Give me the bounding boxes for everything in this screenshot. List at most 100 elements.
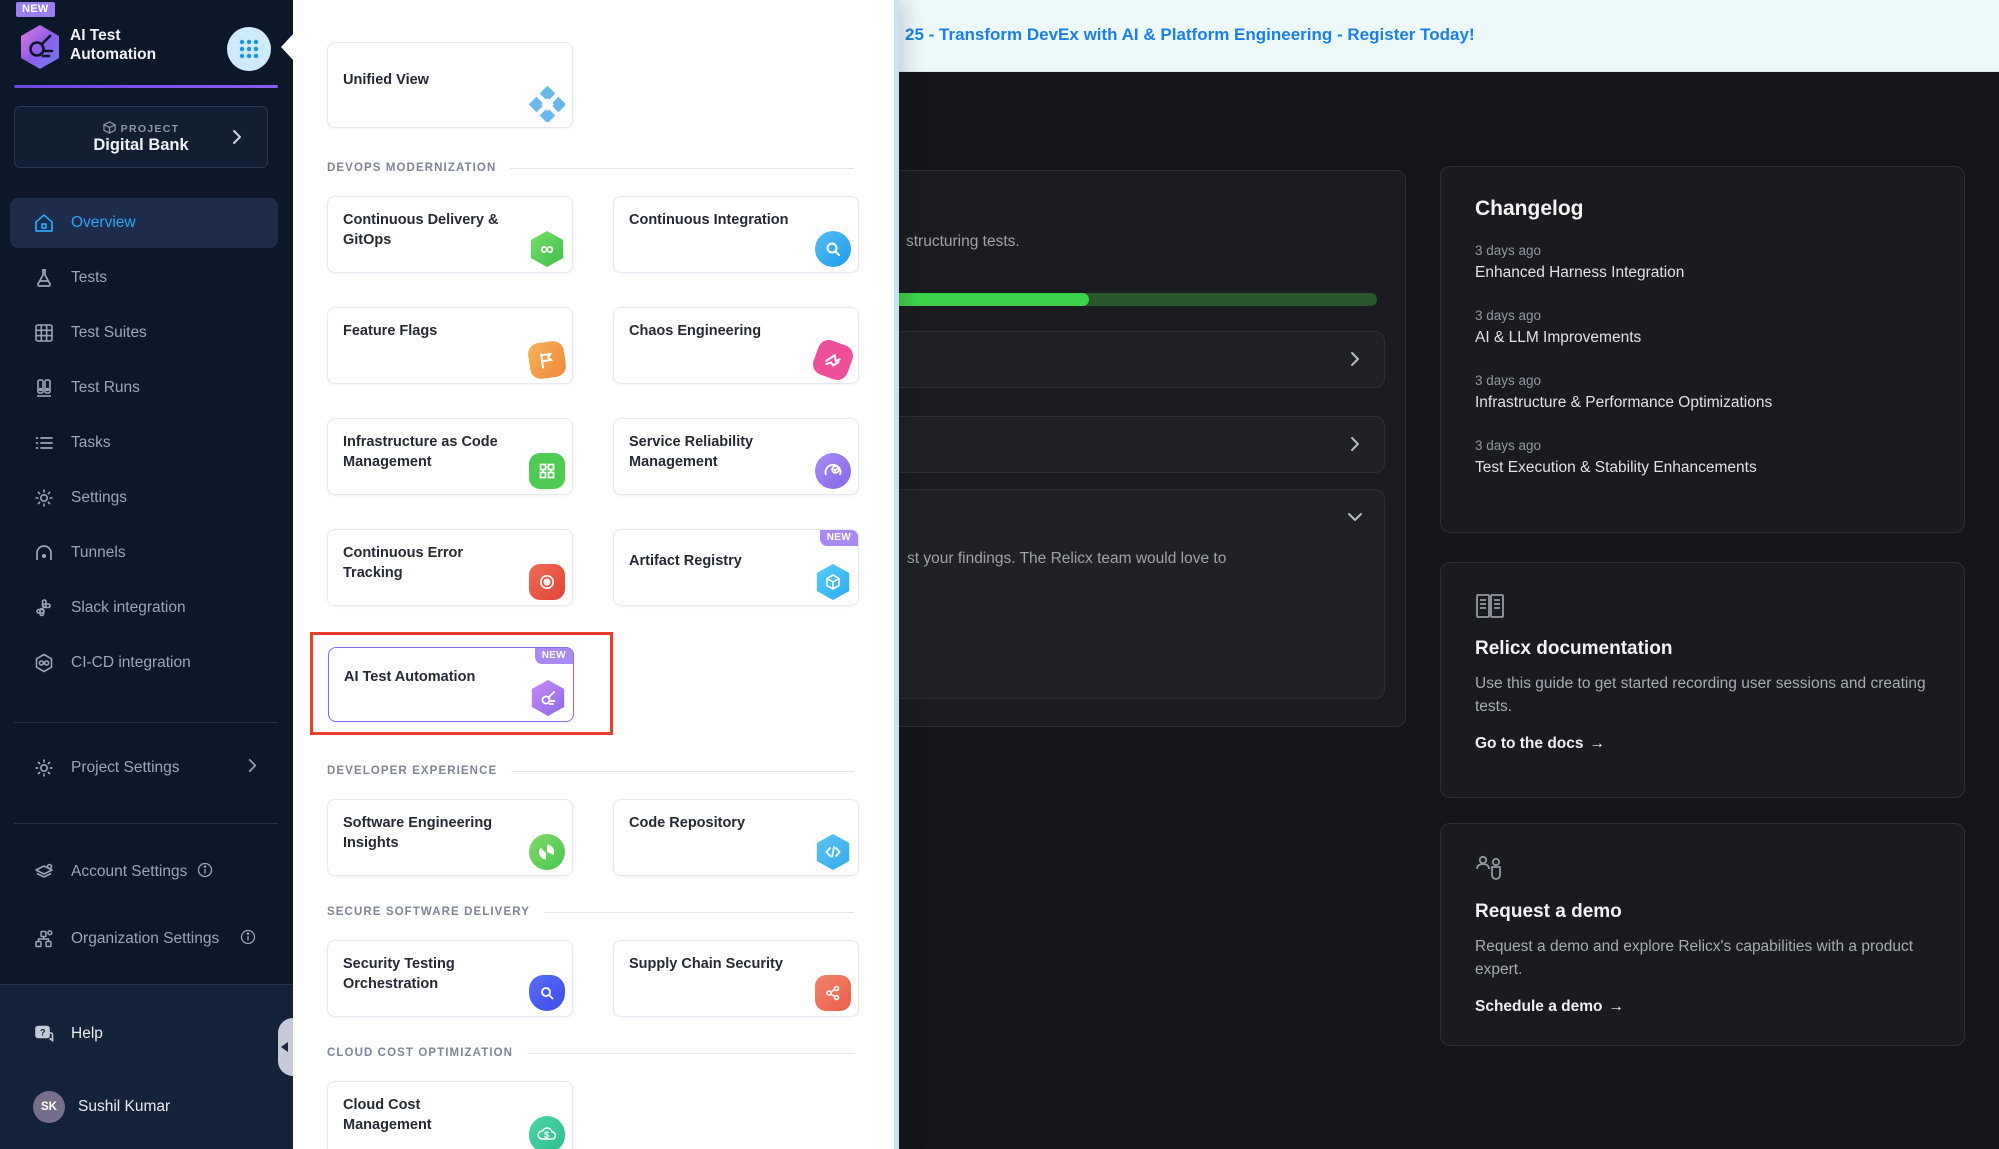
- tunnel-icon: [33, 542, 55, 564]
- sidebar-nav: Overview Tests Test Suites Test Runs Tas…: [10, 198, 278, 693]
- sidebar-item-label: Test Suites: [71, 324, 147, 342]
- divider: [14, 722, 278, 723]
- code-repository-icon: [815, 834, 851, 870]
- slack-icon: [33, 597, 55, 619]
- section-developer-experience: DEVELOPER EXPERIENCE: [327, 765, 854, 777]
- feedback-text-fragment: st your findings. The Relicx team would …: [907, 550, 1226, 568]
- app-switcher-button[interactable]: [227, 27, 271, 71]
- module-card-security-testing-orchestration[interactable]: Security Testing Orchestration: [327, 940, 573, 1017]
- module-card-continuous-delivery[interactable]: Continuous Delivery & GitOps ∞: [327, 196, 573, 273]
- sidebar-item-account-settings[interactable]: Account Settings: [10, 847, 278, 897]
- software-engineering-insights-icon: [529, 834, 565, 870]
- module-picker-flyout: Unified View DEVOPS MODERNIZATION Contin…: [293, 0, 899, 1149]
- changelog-entry-title: Enhanced Harness Integration: [1475, 264, 1930, 282]
- module-label: Artifact Registry: [629, 551, 797, 571]
- sidebar-item-label: Tests: [71, 269, 107, 287]
- sidebar: NEW AI Test Automation PROJECT Digital B…: [0, 0, 293, 1149]
- section-title: DEVELOPER EXPERIENCE: [327, 765, 497, 777]
- sidebar-item-slack-integration[interactable]: Slack integration: [10, 583, 278, 633]
- sidebar-item-tunnels[interactable]: Tunnels: [10, 528, 278, 578]
- sidebar-item-cicd-integration[interactable]: CI-CD integration: [10, 638, 278, 688]
- changelog-entry-title: AI & LLM Improvements: [1475, 329, 1930, 347]
- sidebar-item-settings[interactable]: Settings: [10, 473, 278, 523]
- documentation-body: Use this guide to get started recording …: [1475, 672, 1930, 719]
- changelog-entry-title: Test Execution & Stability Enhancements: [1475, 459, 1930, 477]
- module-label: Software Engineering Insights: [343, 813, 511, 854]
- module-card-infrastructure-as-code[interactable]: Infrastructure as Code Management: [327, 418, 573, 495]
- home-icon: [33, 212, 55, 234]
- module-card-continuous-integration[interactable]: Continuous Integration: [613, 196, 859, 273]
- module-label: Chaos Engineering: [629, 321, 797, 341]
- sidebar-item-project-settings[interactable]: Project Settings: [10, 743, 278, 793]
- module-card-continuous-error-tracking[interactable]: Continuous Error Tracking: [327, 529, 573, 606]
- module-label: Code Repository: [629, 813, 797, 833]
- module-card-software-engineering-insights[interactable]: Software Engineering Insights: [327, 799, 573, 876]
- service-reliability-icon: [815, 453, 851, 489]
- user-menu[interactable]: SK Sushil Kumar: [10, 1082, 278, 1132]
- go-to-docs-link[interactable]: Go to the docs→: [1475, 735, 1930, 753]
- sidebar-item-test-runs[interactable]: Test Runs: [10, 363, 278, 413]
- sidebar-item-label: Help: [71, 1025, 103, 1043]
- new-badge: NEW: [820, 530, 858, 546]
- user-name: Sushil Kumar: [78, 1098, 170, 1116]
- test-runs-icon: [33, 377, 55, 399]
- module-label: Infrastructure as Code Management: [343, 432, 511, 473]
- feature-flags-icon: [527, 340, 568, 381]
- request-demo-body: Request a demo and explore Relicx's capa…: [1475, 935, 1930, 982]
- supply-chain-security-icon: [815, 975, 851, 1011]
- sidebar-item-label: Tasks: [71, 434, 111, 452]
- ai-test-automation-logo: [18, 24, 62, 70]
- arrow-right-icon: →: [1590, 735, 1606, 752]
- section-title: SECURE SOFTWARE DELIVERY: [327, 906, 530, 918]
- new-badge: NEW: [16, 2, 55, 17]
- project-selector[interactable]: PROJECT Digital Bank: [14, 106, 268, 168]
- section-divider-line: [527, 1053, 854, 1054]
- module-card-code-repository[interactable]: Code Repository: [613, 799, 859, 876]
- section-title: CLOUD COST OPTIMIZATION: [327, 1047, 513, 1059]
- security-testing-orchestration-icon: [529, 975, 565, 1011]
- section-divider-line: [510, 168, 854, 169]
- flyout-notch: [281, 33, 294, 61]
- module-card-unified-view[interactable]: Unified View: [327, 42, 573, 128]
- cloud-cost-management-icon: $: [529, 1116, 565, 1149]
- banner-text[interactable]: 25 - Transform DevEx with AI & Platform …: [905, 25, 1475, 45]
- sidebar-item-overview[interactable]: Overview: [10, 198, 278, 248]
- module-card-cloud-cost-management[interactable]: Cloud Cost Management $: [327, 1081, 573, 1149]
- sidebar-item-label: Slack integration: [71, 599, 186, 617]
- module-label: Unified View: [343, 70, 511, 90]
- sidebar-item-organization-settings[interactable]: Organization Settings: [10, 908, 278, 970]
- changelog-entry: 3 days ago AI & LLM Improvements: [1475, 308, 1930, 347]
- module-card-service-reliability[interactable]: Service Reliability Management: [613, 418, 859, 495]
- divider: [14, 823, 278, 824]
- highlight-annotation-box: NEW AI Test Automation: [310, 632, 613, 735]
- people-icon: [1475, 854, 1930, 887]
- sidebar-item-tests[interactable]: Tests: [10, 253, 278, 303]
- sidebar-collapse-handle[interactable]: [278, 1018, 293, 1076]
- changelog-time: 3 days ago: [1475, 243, 1930, 258]
- collapse-arrow-icon: [281, 1042, 288, 1052]
- chevron-down-icon: [1346, 508, 1364, 531]
- module-card-ai-test-automation[interactable]: NEW AI Test Automation: [328, 647, 574, 722]
- module-label: Supply Chain Security: [629, 954, 797, 974]
- module-label: Continuous Error Tracking: [343, 543, 511, 584]
- sidebar-item-test-suites[interactable]: Test Suites: [10, 308, 278, 358]
- changelog-entry-title: Infrastructure & Performance Optimizatio…: [1475, 394, 1930, 412]
- sidebar-item-help[interactable]: ? Help: [10, 1009, 278, 1059]
- sidebar-item-tasks[interactable]: Tasks: [10, 418, 278, 468]
- svg-text:$: $: [544, 1130, 549, 1140]
- changelog-title: Changelog: [1475, 197, 1930, 221]
- schedule-demo-link[interactable]: Schedule a demo→: [1475, 998, 1930, 1016]
- sidebar-item-label: Organization Settings: [71, 929, 221, 949]
- module-card-chaos-engineering[interactable]: Chaos Engineering: [613, 307, 859, 384]
- module-card-artifact-registry[interactable]: NEW Artifact Registry: [613, 529, 859, 606]
- module-card-feature-flags[interactable]: Feature Flags: [327, 307, 573, 384]
- section-divider-line: [544, 912, 854, 913]
- module-card-supply-chain-security[interactable]: Supply Chain Security: [613, 940, 859, 1017]
- request-demo-card: Request a demo Request a demo and explor…: [1440, 823, 1965, 1046]
- artifact-registry-icon: [815, 564, 851, 600]
- module-label: Continuous Delivery & GitOps: [343, 210, 511, 251]
- chaos-engineering-icon: [810, 337, 856, 383]
- svg-text:?: ?: [40, 1028, 46, 1038]
- module-label: Cloud Cost Management: [343, 1095, 511, 1136]
- nine-dot-grid-icon: [238, 38, 260, 60]
